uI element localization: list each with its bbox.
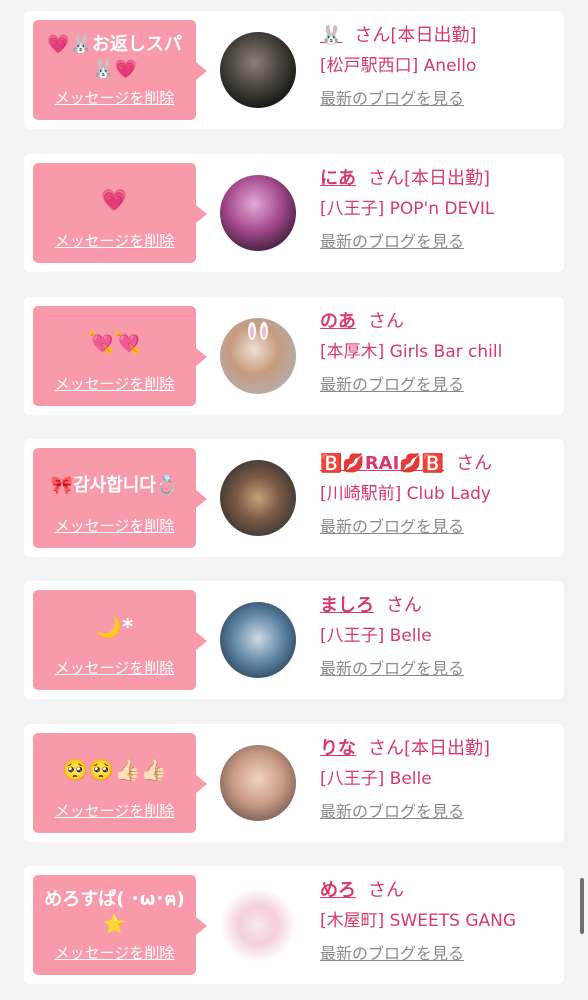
message-text: 💗🐰お返しスパ🐰💗: [47, 34, 182, 80]
cast-name-link[interactable]: りな: [320, 738, 356, 759]
message-text: 🎀감사합니다💍: [50, 474, 179, 496]
cast-name-link[interactable]: ましろ: [320, 595, 374, 616]
message-card: 🌙* メッセージを削除 ましろ さん [八王子] Belle 最新のブログを見る: [24, 581, 564, 699]
avatar[interactable]: [220, 745, 296, 821]
message-text: 💗: [101, 187, 128, 212]
latest-blog-link[interactable]: 最新のブログを見る: [320, 373, 464, 397]
message-card: 🎀감사합니다💍 メッセージを削除 🅱️💋RAI💋🅱️ さん [川崎駅前] Club…: [24, 439, 564, 557]
cast-name-line: めろ さん: [320, 876, 560, 906]
cast-name-link[interactable]: にあ: [320, 168, 356, 189]
avatar[interactable]: [220, 460, 296, 536]
avatar[interactable]: [220, 175, 296, 251]
cast-info: ましろ さん [八王子] Belle 最新のブログを見る: [320, 591, 560, 681]
shop-name: [川崎駅前] Club Lady: [320, 484, 491, 504]
cast-name-link[interactable]: 🐰: [320, 25, 342, 46]
delete-message-link[interactable]: メッセージを削除: [39, 801, 190, 821]
cast-name-line: のあ さん: [320, 307, 560, 337]
message-bubble: 🥺🥺👍🏻👍🏻 メッセージを削除: [33, 733, 207, 833]
cast-info: りな さん[本日出勤] [八王子] Belle 最新のブログを見る: [320, 734, 560, 824]
message-bubble: めろすぱ( ･ω･ฅ)⭐️ メッセージを削除: [33, 875, 207, 975]
cast-status: さん: [368, 311, 404, 332]
cast-info: 🐰 さん[本日出勤] [松戸駅西口] Anello 最新のブログを見る: [320, 21, 560, 111]
message-card: めろすぱ( ･ω･ฅ)⭐️ メッセージを削除 めろ さん [木屋町] SWEETS…: [24, 866, 564, 984]
cast-status: さん: [386, 595, 422, 616]
cast-name-line: りな さん[本日出勤]: [320, 734, 560, 764]
latest-blog-link[interactable]: 最新のブログを見る: [320, 87, 464, 111]
delete-message-link[interactable]: メッセージを削除: [39, 231, 190, 251]
avatar[interactable]: [220, 32, 296, 108]
cast-name-line: にあ さん[本日出勤]: [320, 164, 560, 194]
cast-name-link[interactable]: 🅱️💋RAI💋🅱️: [320, 453, 444, 474]
shop-name: [八王子] POP'n DEVIL: [320, 199, 495, 219]
message-bubble: 💘💘 メッセージを削除: [33, 306, 207, 406]
latest-blog-link[interactable]: 最新のブログを見る: [320, 657, 464, 681]
cast-info: のあ さん [本厚木] Girls Bar chill 最新のブログを見る: [320, 307, 560, 397]
message-bubble: 💗🐰お返しスパ🐰💗 メッセージを削除: [33, 20, 207, 120]
cast-name-line: 🐰 さん[本日出勤]: [320, 21, 560, 51]
scrollbar-thumb[interactable]: [580, 878, 584, 934]
latest-blog-link[interactable]: 最新のブログを見る: [320, 515, 464, 539]
shop-name: [八王子] Belle: [320, 626, 432, 646]
delete-message-link[interactable]: メッセージを削除: [39, 658, 190, 678]
cast-status: さん[本日出勤]: [368, 738, 491, 759]
delete-message-link[interactable]: メッセージを削除: [39, 88, 190, 108]
avatar[interactable]: [220, 602, 296, 678]
latest-blog-link[interactable]: 最新のブログを見る: [320, 942, 464, 966]
shop-name: [松戸駅西口] Anello: [320, 56, 477, 76]
message-bubble: 💗 メッセージを削除: [33, 163, 207, 263]
cast-name-link[interactable]: のあ: [320, 311, 356, 332]
cast-status: さん: [368, 880, 404, 901]
message-card: 💗🐰お返しスパ🐰💗 メッセージを削除 🐰 さん[本日出勤] [松戸駅西口] Ane…: [24, 11, 564, 129]
message-text: めろすぱ( ･ω･ฅ)⭐️: [44, 889, 185, 935]
delete-message-link[interactable]: メッセージを削除: [39, 943, 190, 963]
bunny-ears-icon: [248, 322, 268, 340]
message-card: 🥺🥺👍🏻👍🏻 メッセージを削除 りな さん[本日出勤] [八王子] Belle 最…: [24, 724, 564, 842]
cast-name-line: ましろ さん: [320, 591, 560, 621]
avatar[interactable]: [220, 318, 296, 394]
cast-info: にあ さん[本日出勤] [八王子] POP'n DEVIL 最新のブログを見る: [320, 164, 560, 254]
shop-name: [本厚木] Girls Bar chill: [320, 342, 503, 362]
cast-info: 🅱️💋RAI💋🅱️ さん [川崎駅前] Club Lady 最新のブログを見る: [320, 449, 560, 539]
message-bubble: 🌙* メッセージを削除: [33, 590, 207, 690]
latest-blog-link[interactable]: 最新のブログを見る: [320, 230, 464, 254]
latest-blog-link[interactable]: 最新のブログを見る: [320, 800, 464, 824]
message-card: 💘💘 メッセージを削除 のあ さん [本厚木] Girls Bar chill 最…: [24, 297, 564, 415]
cast-status: さん: [456, 453, 493, 474]
cast-name-line: 🅱️💋RAI💋🅱️ さん: [320, 449, 560, 479]
message-text: 🌙*: [95, 614, 134, 639]
cast-name-link[interactable]: めろ: [320, 880, 356, 901]
shop-name: [木屋町] SWEETS GANG: [320, 911, 517, 931]
delete-message-link[interactable]: メッセージを削除: [39, 374, 190, 394]
message-bubble: 🎀감사합니다💍 メッセージを削除: [33, 448, 207, 548]
cast-status: さん[本日出勤]: [354, 25, 477, 46]
message-card: 💗 メッセージを削除 にあ さん[本日出勤] [八王子] POP'n DEVIL …: [24, 154, 564, 272]
cast-info: めろ さん [木屋町] SWEETS GANG 最新のブログを見る: [320, 876, 560, 966]
shop-name: [八王子] Belle: [320, 769, 432, 789]
message-text: 🥺🥺👍🏻👍🏻: [62, 757, 167, 782]
cast-status: さん[本日出勤]: [368, 168, 491, 189]
message-text: 💘💘: [88, 330, 141, 355]
delete-message-link[interactable]: メッセージを削除: [39, 516, 190, 536]
avatar[interactable]: [220, 887, 296, 963]
